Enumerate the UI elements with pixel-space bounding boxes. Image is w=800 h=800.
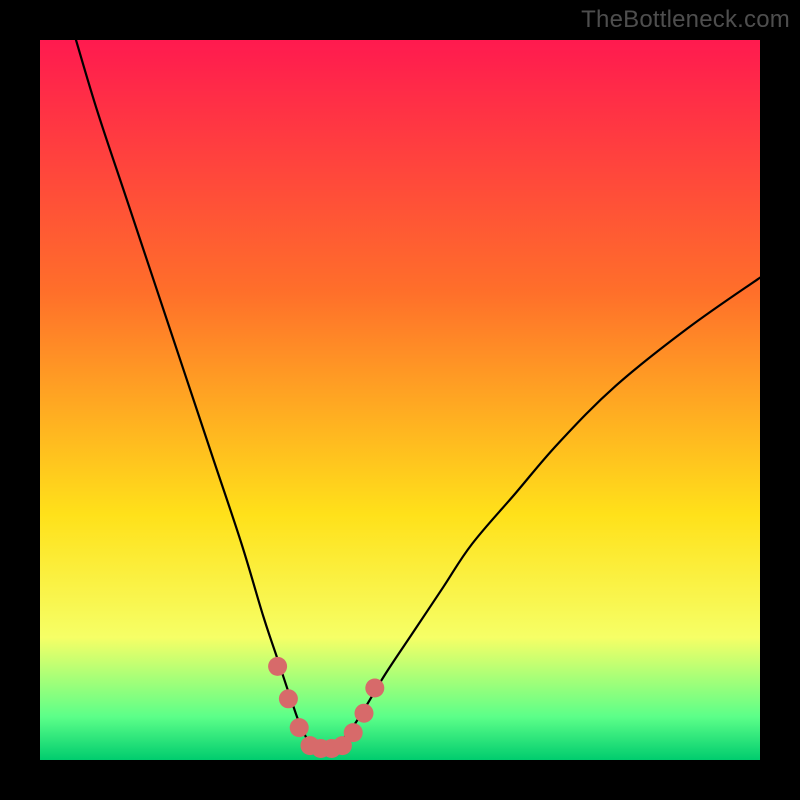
- attribution-label: TheBottleneck.com: [581, 6, 790, 34]
- curve-marker: [355, 704, 374, 723]
- chart-svg: [40, 40, 760, 760]
- curve-marker: [344, 723, 363, 742]
- curve-marker: [279, 689, 298, 708]
- chart-frame: TheBottleneck.com: [0, 0, 800, 800]
- curve-marker: [365, 679, 384, 698]
- curve-marker: [268, 657, 287, 676]
- curve-marker: [290, 718, 309, 737]
- plot-area: [40, 40, 760, 760]
